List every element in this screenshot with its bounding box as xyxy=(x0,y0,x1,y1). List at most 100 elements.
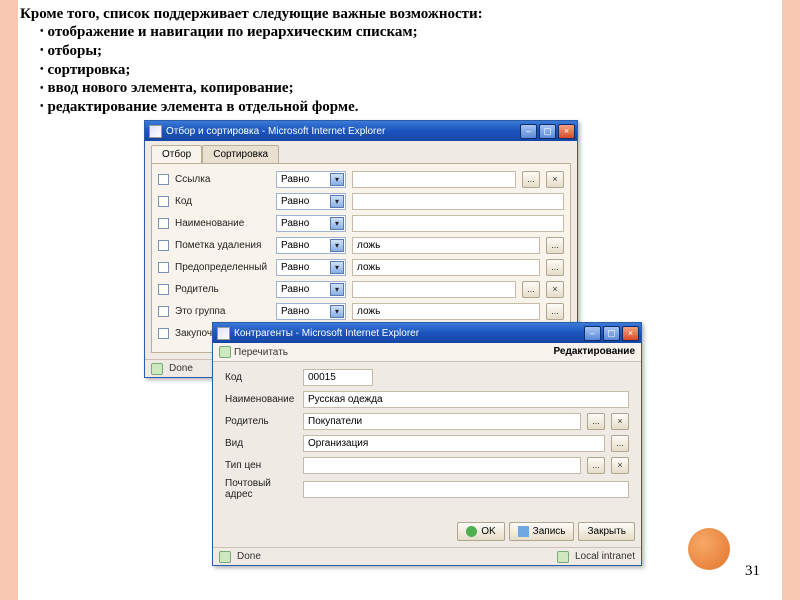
app-icon xyxy=(149,125,162,138)
more-button[interactable]: ... xyxy=(611,435,629,452)
value-input[interactable]: ложь xyxy=(352,259,540,276)
clear-button[interactable]: × xyxy=(546,171,564,188)
minimize-button[interactable]: – xyxy=(584,326,601,341)
button-bar: OK Запись Закрыть xyxy=(213,516,641,547)
zone-icon xyxy=(557,551,569,563)
zone-text: Local intranet xyxy=(575,551,635,562)
titlebar[interactable]: Отбор и сортировка - Microsoft Internet … xyxy=(145,121,577,141)
field-label: Тип цен xyxy=(225,460,297,471)
save-button[interactable]: Запись xyxy=(509,522,575,541)
chevron-down-icon xyxy=(330,283,344,296)
name-input[interactable]: Русская одежда xyxy=(303,391,629,408)
refresh-icon xyxy=(219,346,231,358)
value-input[interactable] xyxy=(352,193,564,210)
field-label: Родитель xyxy=(225,416,297,427)
slide-text: Кроме того, список поддерживает следующи… xyxy=(20,6,775,117)
op-select[interactable]: Равно xyxy=(276,281,346,298)
slide-heading: Кроме того, список поддерживает следующи… xyxy=(20,6,775,23)
clear-button[interactable]: × xyxy=(611,457,629,474)
address-input[interactable] xyxy=(303,481,629,498)
done-icon xyxy=(219,551,231,563)
filter-row: Ссылка Равно ... × xyxy=(158,170,564,188)
toolbar: Перечитать Редактирование xyxy=(213,343,641,362)
more-button[interactable]: ... xyxy=(546,303,564,320)
tab-otbor[interactable]: Отбор xyxy=(151,145,202,163)
filter-row: Предопределенный Равно ложь ... xyxy=(158,258,564,276)
field-label: Наименование xyxy=(225,394,297,405)
app-icon xyxy=(217,327,230,340)
more-button[interactable]: ... xyxy=(522,281,540,298)
filter-row: Пометка удаления Равно ложь ... xyxy=(158,236,564,254)
value-input[interactable]: ложь xyxy=(352,237,540,254)
save-icon xyxy=(518,526,529,537)
filter-row: Код Равно xyxy=(158,192,564,210)
maximize-button[interactable]: ▢ xyxy=(539,124,556,139)
bullet: отборы; xyxy=(40,42,775,61)
value-input[interactable] xyxy=(352,171,516,188)
close-button[interactable]: Закрыть xyxy=(578,522,635,541)
clear-button[interactable]: × xyxy=(546,281,564,298)
more-button[interactable]: ... xyxy=(546,259,564,276)
checkbox[interactable] xyxy=(158,328,169,339)
more-button[interactable]: ... xyxy=(587,457,605,474)
code-input[interactable]: 00015 xyxy=(303,369,373,386)
ok-icon xyxy=(466,526,477,537)
checkbox[interactable] xyxy=(158,284,169,295)
chevron-down-icon xyxy=(330,195,344,208)
window-title: Контрагенты - Microsoft Internet Explore… xyxy=(234,328,584,339)
more-button[interactable]: ... xyxy=(587,413,605,430)
titlebar[interactable]: Контрагенты - Microsoft Internet Explore… xyxy=(213,323,641,343)
op-select[interactable]: Равно xyxy=(276,303,346,320)
chevron-down-icon xyxy=(330,239,344,252)
op-select[interactable]: Равно xyxy=(276,237,346,254)
reread-action[interactable]: Перечитать xyxy=(219,346,288,358)
checkbox[interactable] xyxy=(158,306,169,317)
status-text: Done xyxy=(169,363,193,374)
more-button[interactable]: ... xyxy=(522,171,540,188)
contractor-window: Контрагенты - Microsoft Internet Explore… xyxy=(212,322,642,566)
parent-input[interactable]: Покупатели xyxy=(303,413,581,430)
bullet: ввод нового элемента, копирование; xyxy=(40,79,775,98)
kind-input[interactable]: Организация xyxy=(303,435,605,452)
bullet: сортировка; xyxy=(40,61,775,80)
filter-label: Предопределенный xyxy=(175,262,270,273)
more-button[interactable]: ... xyxy=(546,237,564,254)
checkbox[interactable] xyxy=(158,262,169,273)
checkbox[interactable] xyxy=(158,240,169,251)
close-button[interactable]: × xyxy=(622,326,639,341)
filter-label: Это группа xyxy=(175,306,270,317)
filter-row: Это группа Равно ложь ... xyxy=(158,302,564,320)
op-select[interactable]: Равно xyxy=(276,215,346,232)
status-text: Done xyxy=(237,551,261,562)
maximize-button[interactable]: ▢ xyxy=(603,326,620,341)
value-input[interactable] xyxy=(352,281,516,298)
pricetype-input[interactable] xyxy=(303,457,581,474)
tab-sort[interactable]: Сортировка xyxy=(202,145,279,163)
field-label: Код xyxy=(225,372,297,383)
clear-button[interactable]: × xyxy=(611,413,629,430)
op-select[interactable]: Равно xyxy=(276,193,346,210)
form-panel: Код 00015 Наименование Русская одежда Ро… xyxy=(219,362,635,510)
op-select[interactable]: Равно xyxy=(276,259,346,276)
field-label: Вид xyxy=(225,438,297,449)
bullet: редактирование элемента в отдельной форм… xyxy=(40,98,775,117)
field-label: Почтовый адрес xyxy=(225,478,297,500)
op-select[interactable]: Равно xyxy=(276,171,346,188)
filter-label: Ссылка xyxy=(175,174,270,185)
ok-button[interactable]: OK xyxy=(457,522,504,541)
checkbox[interactable] xyxy=(158,196,169,207)
window-title: Отбор и сортировка - Microsoft Internet … xyxy=(166,126,520,137)
bullet: отображение и навигации по иерархическим… xyxy=(40,23,775,42)
value-input[interactable] xyxy=(352,215,564,232)
filter-row: Наименование Равно xyxy=(158,214,564,232)
mode-label: Редактирование xyxy=(554,346,635,358)
checkbox[interactable] xyxy=(158,174,169,185)
filter-label: Родитель xyxy=(175,284,270,295)
value-input[interactable]: ложь xyxy=(352,303,540,320)
close-button[interactable]: × xyxy=(558,124,575,139)
minimize-button[interactable]: – xyxy=(520,124,537,139)
chevron-down-icon xyxy=(330,173,344,186)
page-number: 31 xyxy=(745,563,760,580)
checkbox[interactable] xyxy=(158,218,169,229)
filter-row: Родитель Равно ... × xyxy=(158,280,564,298)
